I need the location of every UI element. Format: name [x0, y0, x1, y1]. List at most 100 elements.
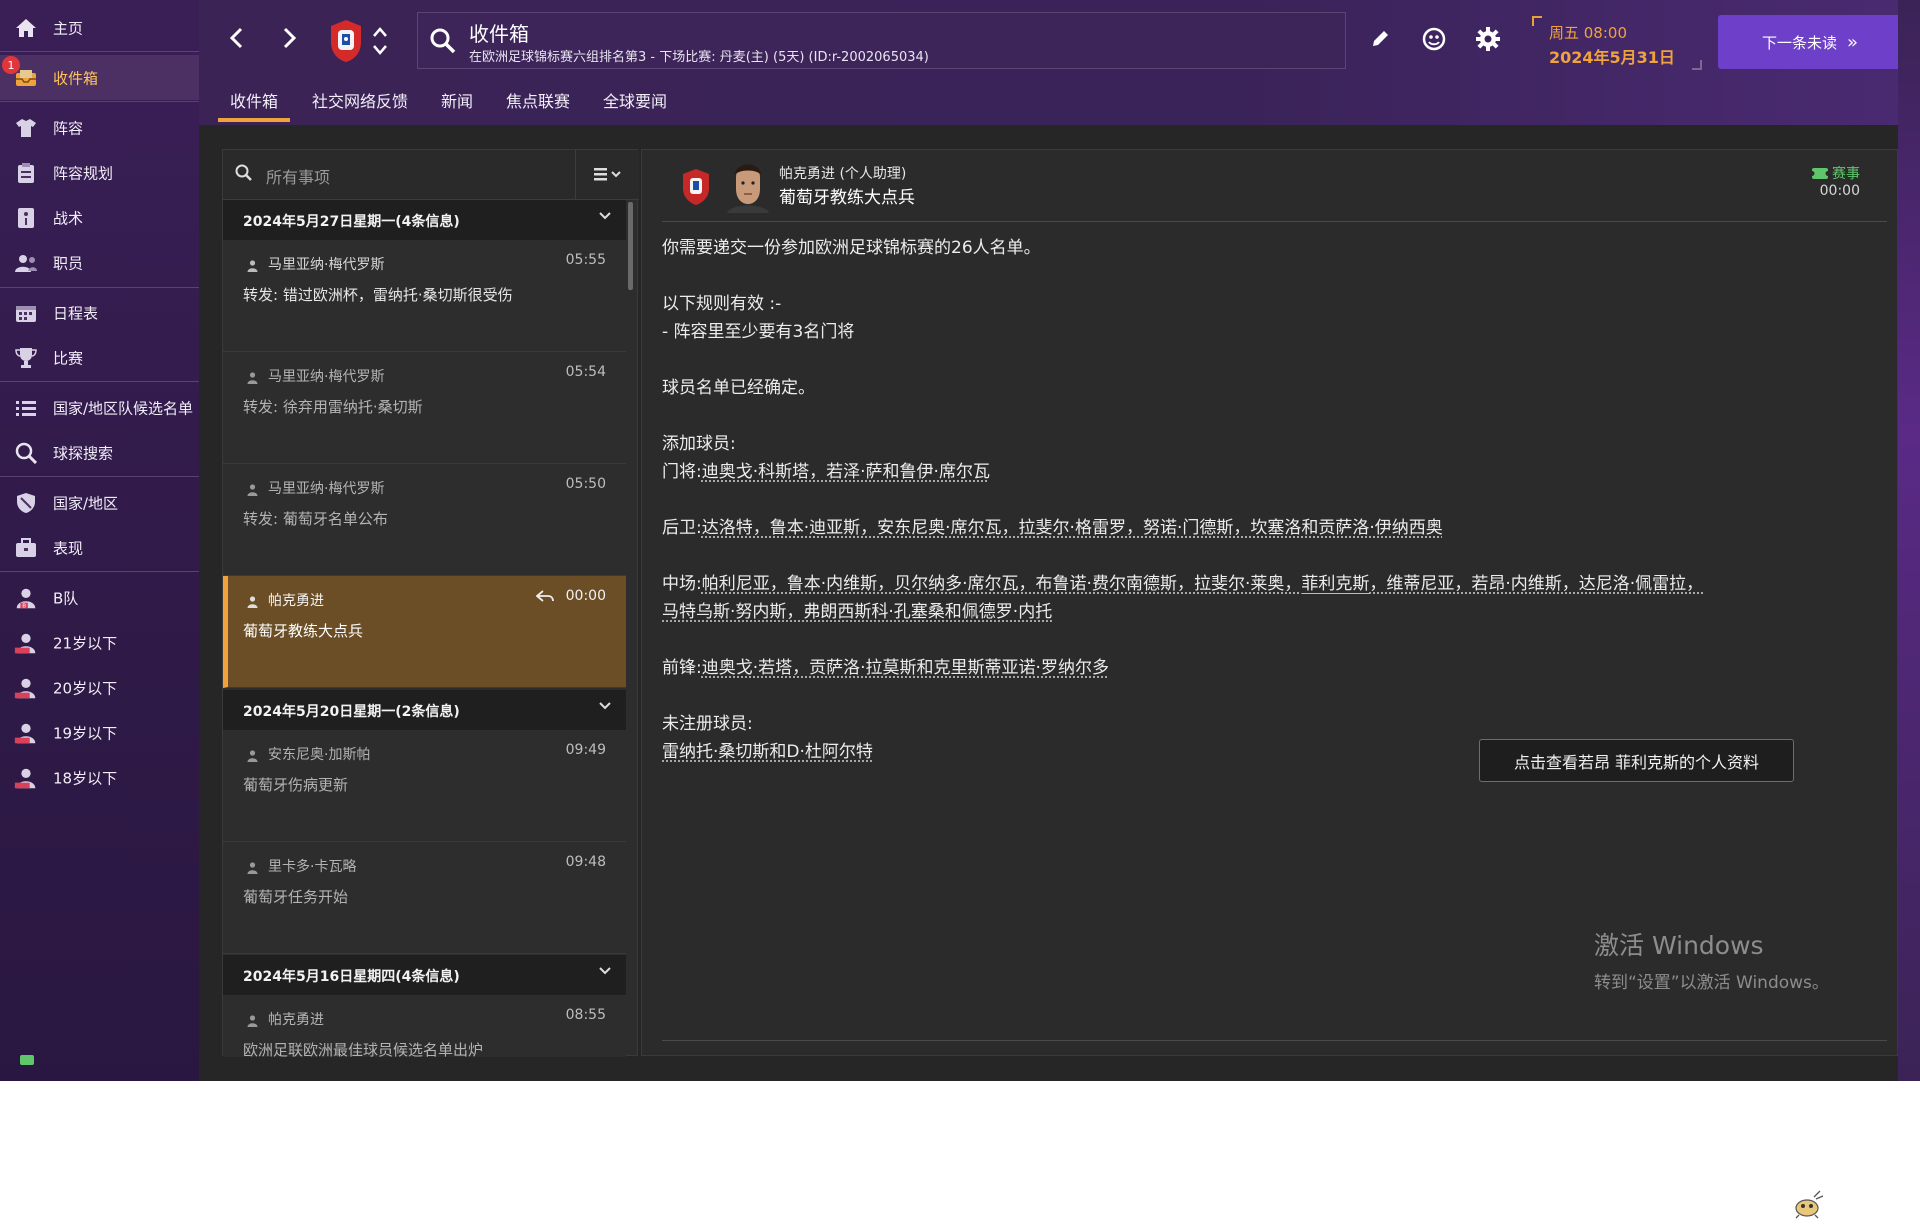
next-unread-button[interactable]: 下一条未读 »	[1718, 15, 1902, 69]
message-item[interactable]: 安东尼奥·加斯帕 09:49 葡萄牙伤病更新	[223, 730, 626, 842]
sidebar-item-squad[interactable]: 阵容	[0, 105, 199, 150]
sidebar-item-u19[interactable]: 19岁以下	[0, 710, 199, 755]
body-rules-title: 以下规则有效 :-	[662, 294, 782, 314]
trophy-icon	[13, 345, 39, 371]
message-time: 00:00	[565, 588, 606, 604]
sidebar-item-label: 18岁以下	[53, 769, 118, 787]
day-group-header[interactable]: 2024年5月20日星期一(2条信息)	[223, 690, 626, 730]
message-item-selected[interactable]: 帕克勇进 00:00 葡萄牙教练大点兵	[223, 576, 626, 688]
message-item[interactable]: 帕克勇进 08:55 欧洲足联欧洲最佳球员候选名单出炉	[223, 995, 626, 1057]
person-icon	[247, 1012, 258, 1027]
tab-global-news[interactable]: 全球要闻	[603, 88, 667, 112]
message-from[interactable]: 帕克勇进 (个人助理)	[779, 163, 906, 183]
assistant-avatar[interactable]	[727, 157, 769, 213]
sidebar-item-b-team[interactable]: B B队	[0, 575, 199, 620]
chevron-left-icon	[229, 26, 243, 56]
sidebar-item-squad-planner[interactable]: 阵容规划	[0, 150, 199, 195]
player-links[interactable]: 迪奥戈·科斯塔，若泽·萨和鲁伊·席尔瓦	[702, 462, 990, 482]
sidebar-item-u21[interactable]: 21岁以下	[0, 620, 199, 665]
player-links[interactable]: 达洛特，鲁本·迪亚斯，安东尼奥·席尔瓦，拉斐尔·格雷罗，努诺·门德斯，坎塞洛和贡…	[702, 518, 1443, 538]
player-link-felix[interactable]: 菲利克斯	[1301, 574, 1369, 594]
player-links[interactable]: 帕利尼亚，鲁本·内维斯，贝尔纳多·席尔瓦，布鲁诺·费尔南德斯，拉斐尔·莱奥，	[702, 574, 1302, 594]
chevron-down-icon	[598, 699, 612, 715]
sidebar-item-label: 国家/地区	[53, 494, 119, 512]
sidebar-item-u18[interactable]: 18岁以下	[0, 755, 199, 800]
youth-team-icon	[13, 720, 39, 746]
message-sender: 马里亚纳·梅代罗斯	[268, 481, 385, 497]
divider	[0, 101, 199, 102]
message-subject: 葡萄牙教练大点兵	[243, 622, 364, 640]
sidebar-item-home[interactable]: 主页	[0, 5, 199, 50]
message-subject: 葡萄牙伤病更新	[243, 776, 349, 794]
tab-social-feedback[interactable]: 社交网络反馈	[312, 88, 408, 112]
team-switch-updown-icon[interactable]	[371, 24, 389, 58]
sidebar-item-competitions[interactable]: 比赛	[0, 335, 199, 380]
sidebar-item-label: 阵容规划	[53, 164, 114, 182]
player-links[interactable]: 迪奥戈·若塔，贡萨洛·拉莫斯和克里斯蒂亚诺·罗纳尔多	[702, 658, 1109, 678]
body-unregistered-title: 未注册球员:	[662, 714, 753, 734]
message-item[interactable]: 马里亚纳·梅代罗斯 05:54 转发: 徐弃用雷纳托·桑切斯	[223, 352, 626, 464]
sidebar-item-label: 比赛	[53, 349, 84, 367]
edit-button[interactable]	[1363, 24, 1397, 58]
tab-news[interactable]: 新闻	[441, 88, 473, 112]
message-time: 05:54	[565, 364, 606, 380]
sidebar-item-tactics[interactable]: 战术	[0, 195, 199, 240]
youth-team-icon	[13, 765, 39, 791]
message-item[interactable]: 马里亚纳·梅代罗斯 05:55 转发: 错过欧洲杯，雷纳托·桑切斯很受伤	[223, 240, 626, 352]
person-icon	[247, 369, 258, 384]
home-icon	[13, 15, 39, 41]
player-links[interactable]: 马特乌斯·努内斯，弗朗西斯科·孔塞桑和佩德罗·内托	[662, 602, 1052, 622]
message-subject: 转发: 错过欧洲杯，雷纳托·桑切斯很受伤	[243, 286, 513, 304]
message-type-label: 赛事	[1832, 166, 1860, 182]
day-group-header[interactable]: 2024年5月27日星期一(4条信息)	[223, 200, 626, 240]
windows-activation-watermark: 激活 Windows 转到“设置”以激活 Windows。	[1594, 926, 1829, 993]
day-group-header[interactable]: 2024年5月16日星期四(4条信息)	[223, 955, 626, 995]
sidebar-item-national-shortlist[interactable]: 国家/地区队候选名单	[0, 385, 199, 430]
page-title-search-box[interactable]: 收件箱 在欧洲足球锦标赛六组排名第3 - 下场比赛: 丹麦(主) (5天) (I…	[417, 12, 1346, 69]
search-icon	[13, 440, 39, 466]
back-button[interactable]	[219, 22, 253, 60]
sidebar-item-performance[interactable]: 表现	[0, 525, 199, 570]
message-item[interactable]: 里卡多·卡瓦略 09:48 葡萄牙任务开始	[223, 842, 626, 954]
sidebar-item-label: 收件箱	[53, 69, 99, 87]
day-group-title: 2024年5月16日星期四(4条信息)	[243, 969, 460, 985]
sidebar-item-schedule[interactable]: 日程表	[0, 290, 199, 335]
portugal-crest-icon[interactable]	[329, 18, 363, 64]
tab-focus-leagues[interactable]: 焦点联赛	[506, 88, 570, 112]
game-date-display[interactable]: 周五 08:00 2024年5月31日	[1532, 16, 1702, 70]
sidebar-item-u20[interactable]: 20岁以下	[0, 665, 199, 710]
reply-icon	[535, 590, 554, 606]
chevron-right-icon	[283, 26, 297, 56]
player-links[interactable]: ，维蒂尼亚，若昂·内维斯，达尼洛·佩雷拉，	[1369, 574, 1703, 594]
top-bar: 收件箱 在欧洲足球锦标赛六组排名第3 - 下场比赛: 丹麦(主) (5天) (I…	[199, 0, 1920, 125]
calendar-icon	[13, 300, 39, 326]
player-links[interactable]: 雷纳托·桑切斯和D·杜阿尔特	[662, 742, 873, 762]
sidebar-item-label: 主页	[53, 19, 84, 37]
team-b-icon: B	[13, 585, 39, 611]
sidebar-item-scouting[interactable]: 球探搜索	[0, 430, 199, 475]
next-unread-label: 下一条未读	[1761, 33, 1837, 52]
goalkeepers-line: 门将:迪奥戈·科斯塔，若泽·萨和鲁伊·席尔瓦	[662, 458, 1862, 486]
tab-inbox[interactable]: 收件箱	[217, 88, 291, 122]
position-label: 前锋:	[662, 658, 702, 678]
sidebar-item-inbox[interactable]: 收件箱	[0, 55, 199, 100]
inbox-filter-bar: 所有事项	[223, 150, 639, 200]
assistant-button[interactable]	[1417, 24, 1451, 58]
inbox-search-input[interactable]: 所有事项	[266, 164, 330, 188]
settings-button[interactable]	[1471, 24, 1505, 58]
bug-mascot-icon[interactable]	[1790, 1189, 1824, 1219]
assistant-face-icon	[1422, 27, 1446, 55]
sidebar-item-staff[interactable]: 职员	[0, 240, 199, 285]
message-item[interactable]: 马里亚纳·梅代罗斯 05:50 转发: 葡萄牙名单公布	[223, 464, 626, 576]
filter-menu-button[interactable]	[575, 150, 639, 200]
sidebar-item-nation[interactable]: 国家/地区	[0, 480, 199, 525]
person-icon	[247, 481, 258, 496]
divider	[0, 287, 199, 288]
midfielders-line: 中场:帕利尼亚，鲁本·内维斯，贝尔纳多·席尔瓦，布鲁诺·费尔南德斯，拉斐尔·莱奥…	[662, 570, 1862, 598]
app-window: 1 主页 收件箱 阵容 阵容规划 战术 职员 日程表 比赛 国家/地区队候选名单…	[0, 0, 1920, 1081]
message-time: 05:50	[565, 476, 606, 492]
forward-button[interactable]	[273, 22, 307, 60]
scrollbar-thumb[interactable]	[628, 202, 633, 290]
message-detail-panel: 帕克勇进 (个人助理) 葡萄牙教练大点兵 赛事 00:00 你需要递交一份参加欧…	[641, 149, 1898, 1056]
message-sender: 马里亚纳·梅代罗斯	[268, 257, 385, 273]
